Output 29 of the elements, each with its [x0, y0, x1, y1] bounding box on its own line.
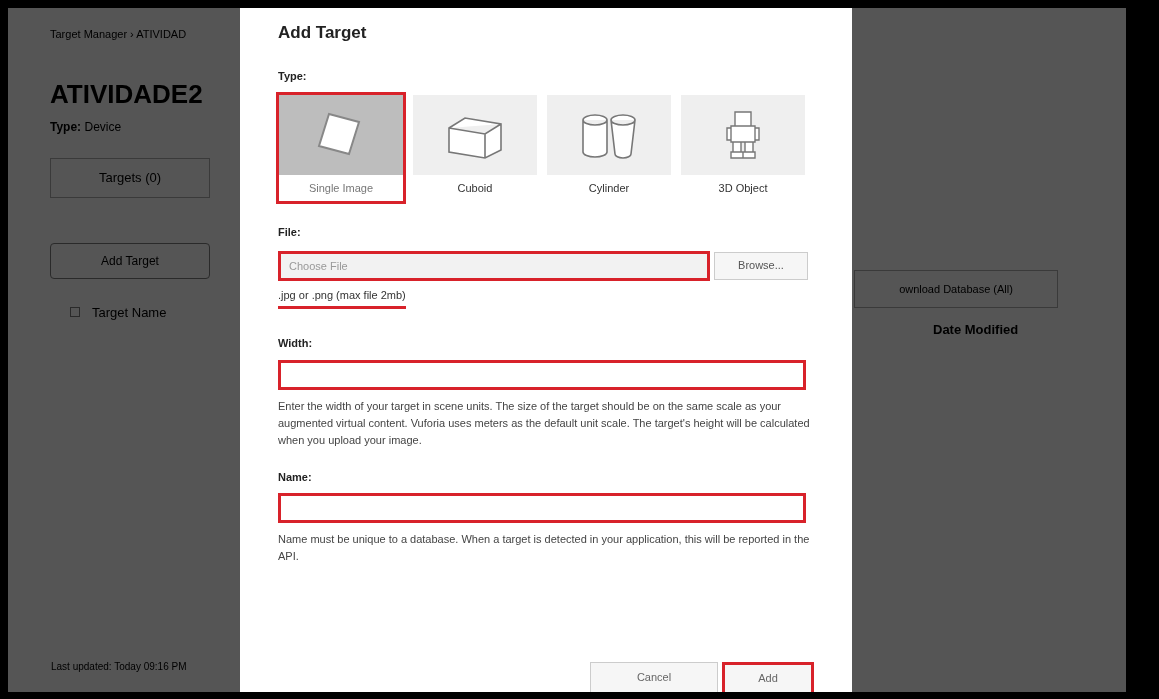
field-label: Name: — [278, 469, 313, 485]
type-label: Type: — [278, 68, 308, 84]
field-label: Width: — [278, 336, 314, 351]
column-header: Date Modified — [933, 321, 1019, 339]
help-text: Name must be unique to a database. When a target is detected in your application, this will be reported in the API. — [278, 532, 811, 564]
browse-button[interactable]: Browse... — [714, 251, 808, 280]
breadcrumb-link[interactable]: Target Manager › ATIVIDAD — [50, 26, 187, 43]
page-title: ATIVIDADE2 — [50, 77, 203, 111]
checkbox[interactable] — [70, 307, 80, 318]
option-label: Single Image — [307, 180, 375, 196]
modal-title: Add Target — [278, 22, 368, 44]
help-text: Enter the width of your target in scene units. The size of the target should be on the same scale as your augmented virtual content. Vuforia uses meters as the default unit scale. The target's height will be calculated when you upload your image. — [278, 398, 811, 448]
footer-text: Last updated: Today 09:16 PM — [51, 660, 188, 674]
column-header: Target Name — [92, 303, 167, 322]
option-label: Cylinder — [587, 180, 631, 196]
download-button[interactable]: ownload Database (All) — [854, 270, 1058, 308]
file-field[interactable]: Choose File — [278, 250, 710, 281]
option-label: 3D Object — [717, 180, 769, 196]
cancel-button[interactable]: Cancel — [590, 662, 718, 692]
add-target-button[interactable]: Add Target — [50, 242, 210, 279]
add-button[interactable]: Add — [722, 662, 814, 692]
type-text: Type: Device — [50, 118, 122, 136]
option-label: Cuboid — [456, 180, 494, 196]
field-label: File: — [278, 225, 302, 240]
name-field[interactable] — [278, 493, 806, 523]
width-field[interactable] — [278, 359, 806, 390]
tab[interactable]: Targets (0) — [50, 157, 210, 198]
file-hint: .jpg or .png (max file 2mb) — [278, 286, 406, 309]
target-type-option[interactable]: Single Image — [276, 92, 406, 204]
